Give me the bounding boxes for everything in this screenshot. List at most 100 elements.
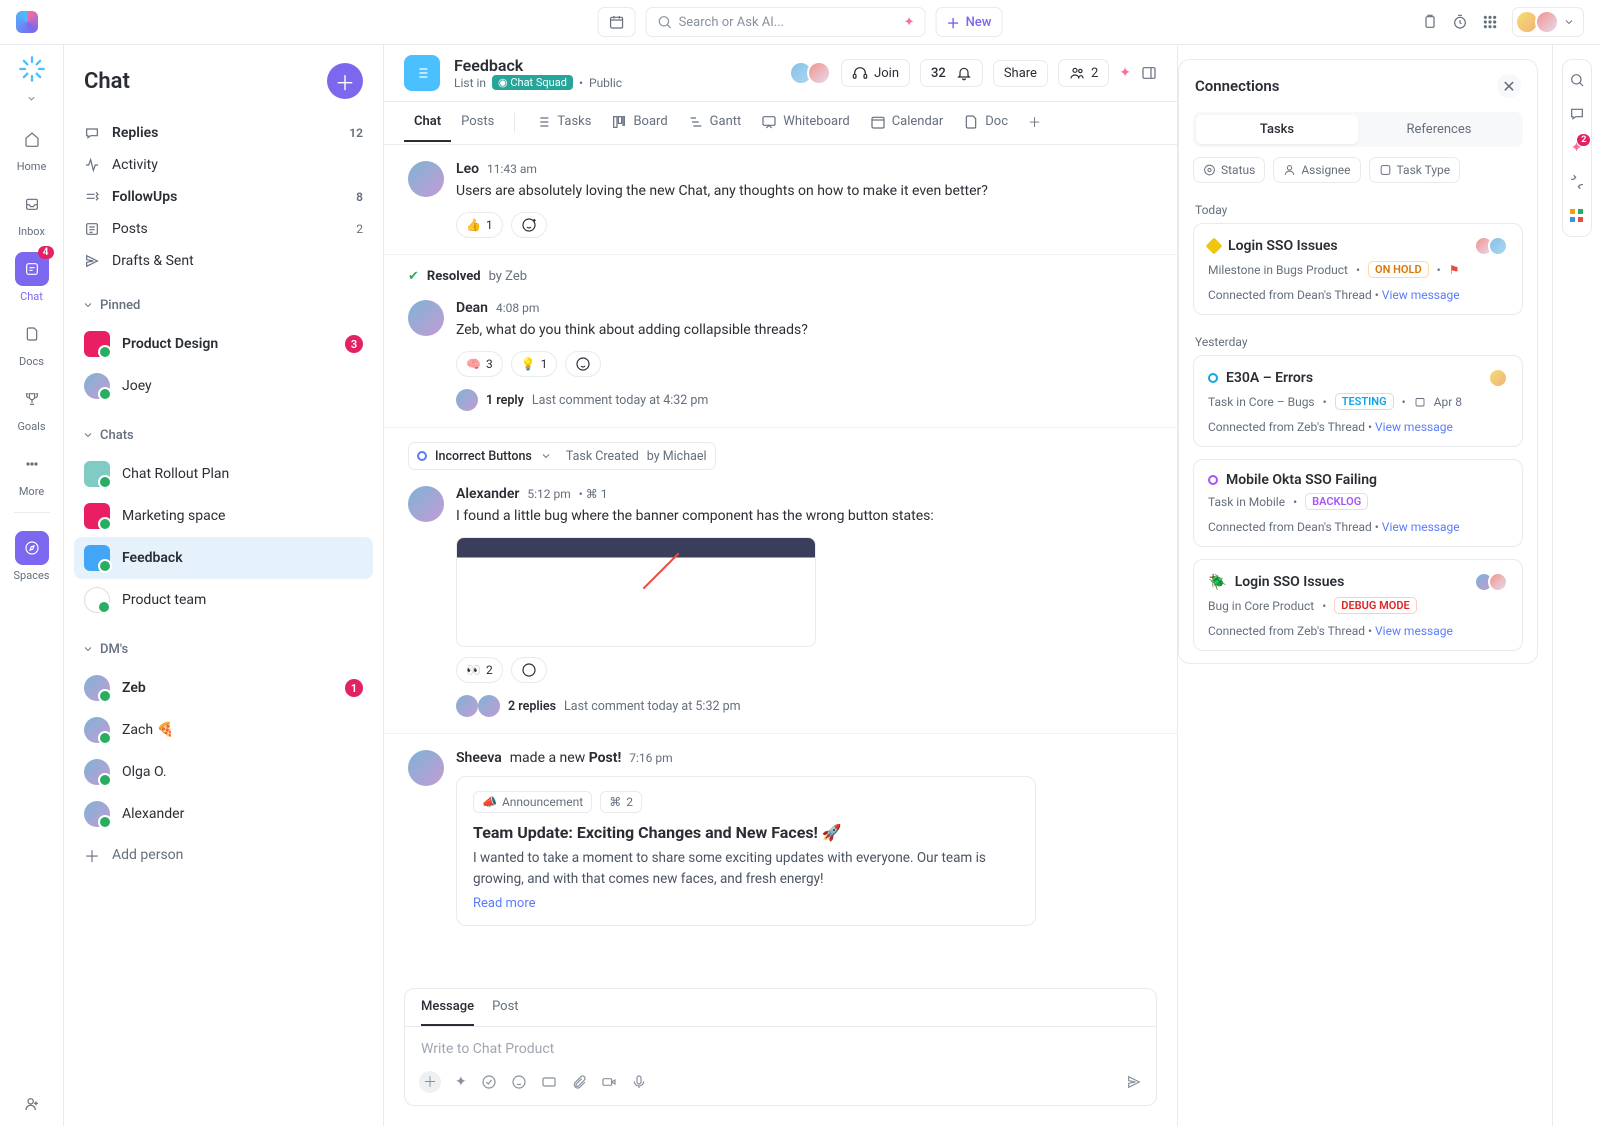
ai-spark-icon[interactable]: ✦ <box>1119 65 1131 81</box>
share-button[interactable]: Share <box>993 60 1048 87</box>
sidebar-drafts[interactable]: Drafts & Sent <box>74 245 373 277</box>
filter-task-type[interactable]: Task Type <box>1369 157 1461 183</box>
reaction-eyes[interactable]: 👀2 <box>456 657 503 683</box>
activity-button[interactable] <box>1569 174 1585 190</box>
tab-chat[interactable]: Chat <box>404 104 451 142</box>
add-reaction-button[interactable] <box>565 351 601 377</box>
avatar[interactable] <box>408 750 444 786</box>
tab-board[interactable]: Board <box>601 104 677 143</box>
add-reaction-button[interactable] <box>511 212 547 238</box>
member-count-pill[interactable]: 32 <box>920 59 983 87</box>
avatar[interactable] <box>408 300 444 336</box>
reaction-thumbs-up[interactable]: 👍1 <box>456 212 503 238</box>
section-pinned[interactable]: Pinned <box>64 281 383 319</box>
seg-tasks[interactable]: Tasks <box>1196 115 1358 144</box>
tab-whiteboard[interactable]: Whiteboard <box>751 104 859 143</box>
ai-icon[interactable]: ✦ <box>455 1074 467 1090</box>
tab-doc[interactable]: Doc <box>953 104 1018 143</box>
search-input[interactable]: Search or Ask AI... ✦ <box>646 7 926 37</box>
connection-card[interactable]: Login SSO Issues Milestone in Bugs Produ… <box>1193 223 1523 315</box>
view-message-link[interactable]: View message <box>1375 420 1453 434</box>
view-message-link[interactable]: View message <box>1382 520 1460 534</box>
sidebar-item-product-team[interactable]: Product team <box>74 579 373 621</box>
rail-inbox[interactable]: Inbox <box>8 179 56 242</box>
relation-tag[interactable]: ⌘2 <box>600 791 642 813</box>
section-chats[interactable]: Chats <box>64 411 383 449</box>
avatar[interactable] <box>408 161 444 197</box>
sidebar-item-feedback[interactable]: Feedback <box>74 537 373 579</box>
read-more-link[interactable]: Read more <box>473 896 536 911</box>
sidebar-dm-zeb[interactable]: Zeb1 <box>74 667 373 709</box>
close-panel-button[interactable]: ✕ <box>1497 74 1521 98</box>
attachment-icon[interactable] <box>571 1074 587 1090</box>
composer-tab-message[interactable]: Message <box>421 999 474 1026</box>
new-button[interactable]: ＋ New <box>936 7 1003 37</box>
timer-icon[interactable] <box>1452 14 1468 30</box>
sidebar-item-marketing[interactable]: Marketing space <box>74 495 373 537</box>
join-button[interactable]: Join <box>841 59 910 87</box>
sidebar-dm-zach[interactable]: Zach 🍕 <box>74 709 373 751</box>
message-author[interactable]: Alexander <box>456 486 519 502</box>
sidebar-posts[interactable]: Posts 2 <box>74 213 373 245</box>
section-dms[interactable]: DM's <box>64 625 383 663</box>
people-pill[interactable]: 2 <box>1058 59 1109 87</box>
squad-tag[interactable]: ◉ Chat Squad <box>492 75 573 90</box>
gif-icon[interactable] <box>541 1074 557 1090</box>
sidebar-dm-alexander[interactable]: Alexander <box>74 793 373 835</box>
sidebar-activity[interactable]: Activity <box>74 149 373 181</box>
view-message-link[interactable]: View message <box>1375 624 1453 638</box>
tab-calendar[interactable]: Calendar <box>860 104 954 143</box>
video-icon[interactable] <box>601 1074 617 1090</box>
calendar-shortcut-button[interactable] <box>598 7 636 37</box>
rail-home[interactable]: Home <box>8 114 56 177</box>
add-reaction-button[interactable] <box>511 657 547 683</box>
rail-goals[interactable]: Goals <box>8 374 56 437</box>
rail-more[interactable]: More <box>8 439 56 502</box>
rail-chat[interactable]: 4 Chat <box>8 244 56 307</box>
emoji-icon[interactable] <box>511 1074 527 1090</box>
panel-toggle-icon[interactable] <box>1141 65 1157 81</box>
sidebar-replies[interactable]: Replies 12 <box>74 117 373 149</box>
send-button[interactable] <box>1126 1074 1142 1090</box>
sidebar-item-joey[interactable]: Joey <box>74 365 373 407</box>
rail-spaces[interactable]: Spaces <box>8 523 56 586</box>
apps-button[interactable] <box>1569 208 1585 224</box>
account-menu[interactable] <box>1512 7 1584 37</box>
sidebar-item-product-design[interactable]: Product Design 3 <box>74 323 373 365</box>
invite-person-button[interactable] <box>8 1088 56 1116</box>
connection-card[interactable]: 🪲Login SSO Issues Bug in Core Product•DE… <box>1193 559 1523 651</box>
view-message-link[interactable]: View message <box>1382 288 1460 302</box>
composer-add-button[interactable]: ＋ <box>419 1071 441 1093</box>
new-chat-button[interactable]: ＋ <box>327 63 363 99</box>
thread-replies-link[interactable]: 1 reply Last comment today at 4:32 pm <box>456 389 1153 411</box>
thread-replies-link[interactable]: 2 replies Last comment today at 5:32 pm <box>456 695 1153 717</box>
workspace-logo-icon[interactable] <box>18 55 46 83</box>
sidebar-dm-olga[interactable]: Olga O. <box>74 751 373 793</box>
attachment-image[interactable] <box>456 537 816 647</box>
message-author[interactable]: Sheeva <box>456 750 502 766</box>
ai-button[interactable]: 2✦ <box>1571 140 1583 156</box>
chevron-down-icon[interactable] <box>26 93 37 104</box>
avatar[interactable] <box>408 486 444 522</box>
message-author[interactable]: Leo <box>456 161 479 177</box>
tab-posts[interactable]: Posts <box>451 104 504 142</box>
rail-docs[interactable]: Docs <box>8 309 56 372</box>
composer-tab-post[interactable]: Post <box>492 999 519 1026</box>
seg-references[interactable]: References <box>1358 115 1520 144</box>
comments-button[interactable] <box>1569 106 1585 122</box>
sidebar-followups[interactable]: FollowUps 8 <box>74 181 373 213</box>
connection-card[interactable]: E30A – Errors Task in Core – Bugs•TESTIN… <box>1193 355 1523 447</box>
add-person-button[interactable]: ＋Add person <box>74 835 373 875</box>
logo-icon[interactable] <box>16 11 38 33</box>
composer-input[interactable]: Write to Chat Product <box>405 1027 1156 1063</box>
tab-tasks[interactable]: Tasks <box>525 104 601 143</box>
add-view-button[interactable]: ＋ <box>1018 102 1051 144</box>
sidebar-item-rollout[interactable]: Chat Rollout Plan <box>74 453 373 495</box>
task-created-pill[interactable]: Incorrect Buttons Task Created by Michae… <box>408 442 716 470</box>
apps-grid-icon[interactable] <box>1482 14 1498 30</box>
connection-card[interactable]: Mobile Okta SSO Failing Task in Mobile•B… <box>1193 459 1523 547</box>
task-icon[interactable] <box>481 1074 497 1090</box>
filter-assignee[interactable]: Assignee <box>1273 157 1360 183</box>
clipboard-icon[interactable] <box>1422 14 1438 30</box>
reaction-bulb[interactable]: 💡1 <box>511 351 558 377</box>
